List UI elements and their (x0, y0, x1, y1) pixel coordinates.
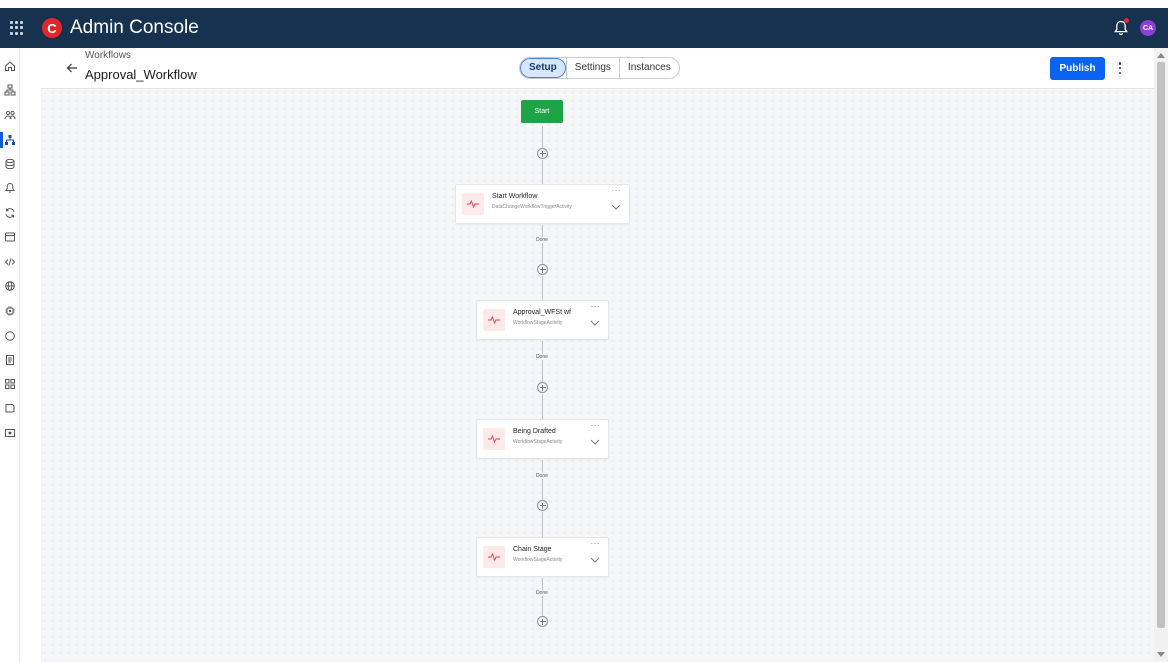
view-tabs: Setup Settings Instances (519, 57, 680, 79)
workflow-icon[interactable] (0, 130, 20, 150)
tab-settings[interactable]: Settings (565, 58, 619, 78)
workflow-header: Workflows Approval_Workflow Setup Settin… (41, 48, 1154, 89)
vertical-scrollbar[interactable] (1154, 48, 1168, 662)
scroll-down-arrow-icon[interactable] (1157, 652, 1165, 657)
clipped-heading (300, 0, 305, 8)
apps-grid-icon[interactable] (10, 21, 24, 35)
node-subtitle: WorkflowStageActivity (513, 439, 563, 445)
node-more-icon[interactable]: ··· (591, 422, 601, 430)
brand-letter: C (47, 20, 57, 36)
circle-icon[interactable] (0, 326, 20, 346)
sync-icon[interactable] (0, 203, 20, 223)
image-icon[interactable] (0, 423, 20, 443)
window-icon[interactable] (0, 227, 20, 247)
chip-icon[interactable] (0, 301, 20, 321)
org-chart-icon[interactable] (0, 80, 20, 100)
chevron-down-icon[interactable] (590, 556, 600, 564)
chevron-down-icon[interactable] (590, 438, 600, 446)
more-options-icon[interactable] (1117, 60, 1123, 76)
database-icon[interactable] (0, 154, 20, 174)
node-more-icon[interactable]: ··· (591, 540, 601, 548)
node-more-icon[interactable]: ··· (591, 303, 601, 311)
workflow-node-chain-stage[interactable]: Chain Stage WorkflowStageActivity ··· (476, 537, 609, 577)
add-step-icon[interactable] (537, 500, 548, 511)
node-title: Being Drafted (513, 428, 556, 435)
node-subtitle: WorkflowStageActivity (513, 320, 563, 326)
back-arrow-icon[interactable] (65, 61, 79, 75)
connector-line (542, 578, 543, 616)
scroll-up-arrow-icon[interactable] (1157, 53, 1165, 58)
connector-line (542, 225, 543, 264)
activity-pulse-icon (462, 193, 484, 215)
workflow-node-approval-wfst[interactable]: Approval_WFSt wf WorkflowStageActivity ·… (476, 300, 609, 340)
node-subtitle: WorkflowStageActivity (513, 557, 563, 563)
code-icon[interactable] (0, 252, 20, 272)
document-icon[interactable] (0, 350, 20, 370)
chevron-down-icon[interactable] (611, 203, 621, 211)
bell-icon[interactable] (0, 178, 20, 198)
activity-pulse-icon (483, 428, 505, 450)
workflow-node-start-workflow[interactable]: Start Workflow DataChangeWorkflowTrigger… (455, 184, 630, 224)
notification-dot (1124, 18, 1129, 23)
start-node[interactable]: Start (521, 100, 563, 123)
done-label: Done (535, 237, 549, 243)
tag-icon[interactable] (0, 398, 20, 418)
node-title: Approval_WFSt wf (513, 309, 571, 316)
tab-instances[interactable]: Instances (618, 58, 679, 78)
node-title: Chain Stage (513, 546, 552, 553)
node-title: Start Workflow (492, 193, 538, 200)
notifications-bell-icon[interactable] (1112, 18, 1130, 37)
page-title: Approval_Workflow (85, 67, 197, 82)
done-label: Done (535, 354, 549, 360)
grid-icon[interactable] (0, 374, 20, 394)
window-top-strip (0, 0, 1168, 8)
done-label: Done (535, 590, 549, 596)
add-step-icon[interactable] (537, 264, 548, 275)
top-bar: C Admin Console CA (0, 8, 1168, 48)
add-step-icon[interactable] (537, 616, 548, 627)
left-nav-sidebar (0, 48, 20, 662)
users-icon[interactable] (0, 105, 20, 125)
activity-pulse-icon (483, 546, 505, 568)
home-icon[interactable] (0, 56, 20, 76)
globe-icon[interactable] (0, 276, 20, 296)
connector-line (542, 126, 543, 148)
publish-button[interactable]: Publish (1050, 57, 1105, 80)
node-more-icon[interactable]: ··· (612, 187, 622, 195)
connector-line (542, 276, 543, 300)
connector-line (542, 341, 543, 382)
sidebar-gutter (21, 48, 41, 662)
scrollbar-thumb[interactable] (1157, 62, 1165, 628)
connector-line (542, 460, 543, 500)
chevron-down-icon[interactable] (590, 319, 600, 327)
connector-line (542, 160, 543, 184)
add-step-icon[interactable] (537, 148, 548, 159)
app-title: Admin Console (70, 17, 199, 38)
workflow-node-being-drafted[interactable]: Being Drafted WorkflowStageActivity ··· (476, 419, 609, 459)
brand-logo[interactable]: C (42, 18, 62, 38)
node-subtitle: DataChangeWorkflowTriggerActivity (492, 204, 573, 210)
connector-line (542, 394, 543, 419)
tab-setup[interactable]: Setup (520, 58, 566, 78)
breadcrumb[interactable]: Workflows (85, 50, 131, 61)
connector-line (542, 512, 543, 537)
add-step-icon[interactable] (537, 382, 548, 393)
activity-pulse-icon (483, 309, 505, 331)
done-label: Done (535, 473, 549, 479)
user-avatar[interactable]: CA (1140, 20, 1156, 36)
